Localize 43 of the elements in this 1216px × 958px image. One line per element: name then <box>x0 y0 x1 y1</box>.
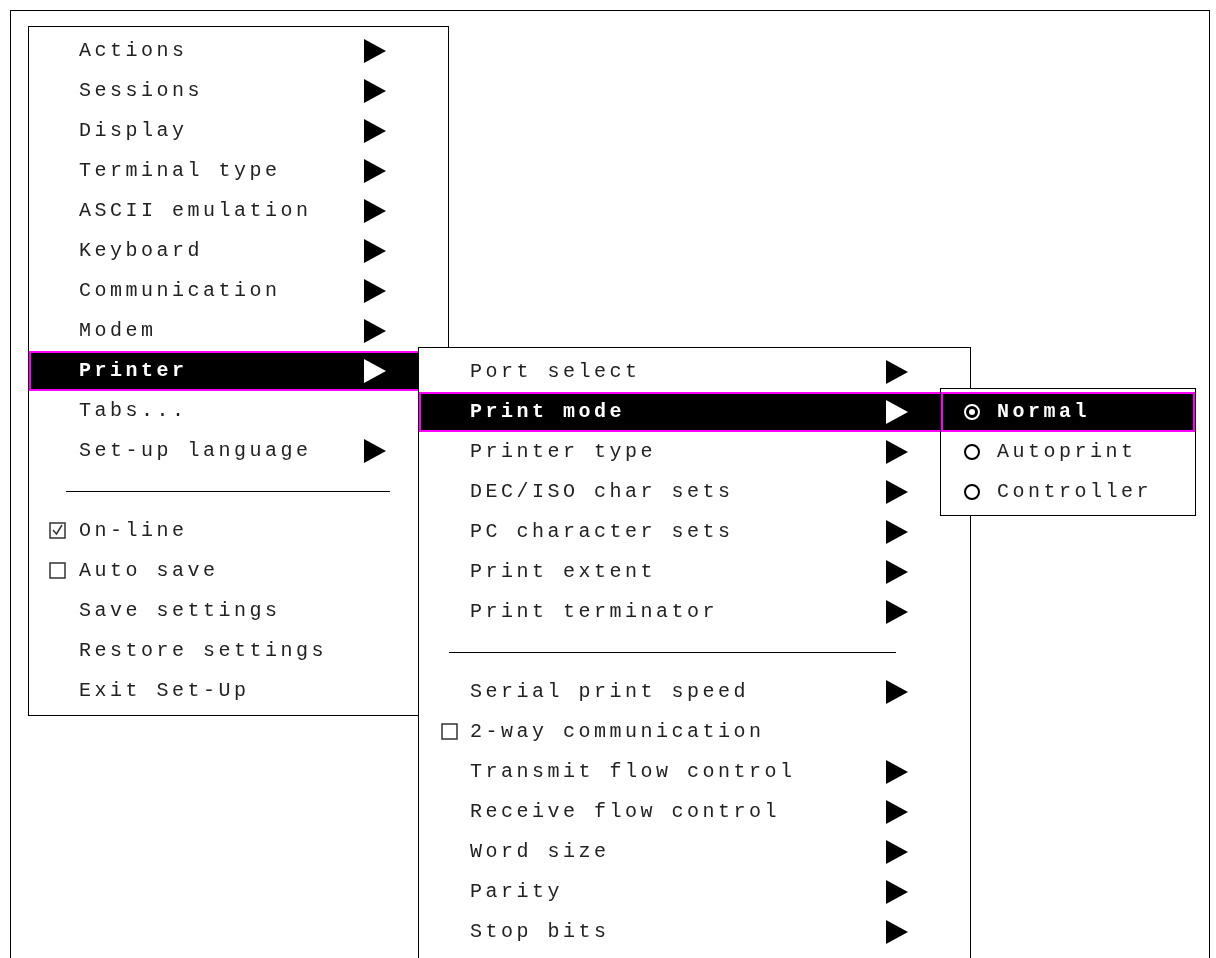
menu-item[interactable]: Stop bits <box>419 912 970 952</box>
menu-item[interactable]: ASCII emulation <box>29 191 448 231</box>
submenu-arrow-icon <box>886 880 908 904</box>
selected-radio-icon <box>963 403 981 421</box>
menu-item[interactable]: Print terminator <box>419 592 970 632</box>
submenu-arrow-icon <box>886 520 908 544</box>
submenu-arrow-icon <box>886 360 908 384</box>
submenu-arrow-icon <box>886 920 908 944</box>
menu-item[interactable]: Actions <box>29 31 448 71</box>
menu-item[interactable]: Sessions <box>29 71 448 111</box>
menu-item[interactable]: Communication <box>29 271 448 311</box>
submenu-arrow-icon <box>886 760 908 784</box>
menu-item[interactable]: Terminal type <box>29 151 448 191</box>
submenu-arrow-icon <box>364 119 386 143</box>
menu-item[interactable]: Display <box>29 111 448 151</box>
submenu-arrow-icon <box>886 560 908 584</box>
submenu-arrow-icon <box>364 359 386 383</box>
submenu-arrow-icon <box>886 600 908 624</box>
menu-item[interactable]: Parity <box>419 872 970 912</box>
submenu-arrow-icon <box>886 840 908 864</box>
radio-icon <box>963 443 981 461</box>
submenu-arrow-icon <box>364 279 386 303</box>
menu-item[interactable]: Normal <box>941 392 1195 432</box>
submenu-arrow-icon <box>364 199 386 223</box>
submenu-arrow-icon <box>886 680 908 704</box>
submenu-arrow-icon <box>886 480 908 504</box>
menu-item[interactable]: Serial print speed <box>419 672 970 712</box>
menu-item[interactable]: 2-way communication <box>419 712 970 752</box>
radio-icon <box>963 483 981 501</box>
menu-item[interactable]: Transmit flow control <box>419 752 970 792</box>
submenu-arrow-icon <box>886 400 908 424</box>
submenu-arrow-icon <box>886 800 908 824</box>
menu-item[interactable]: Keyboard <box>29 231 448 271</box>
menu-item[interactable]: Receive flow control <box>419 792 970 832</box>
menu-item[interactable]: Word size <box>419 832 970 872</box>
submenu-arrow-icon <box>364 239 386 263</box>
submenu-arrow-icon <box>364 439 386 463</box>
submenu-arrow-icon <box>886 440 908 464</box>
submenu-arrow-icon <box>364 319 386 343</box>
menu-item[interactable]: Modem <box>29 311 448 351</box>
submenu-arrow-icon <box>364 159 386 183</box>
submenu-arrow-icon <box>364 79 386 103</box>
submenu-arrow-icon <box>364 39 386 63</box>
